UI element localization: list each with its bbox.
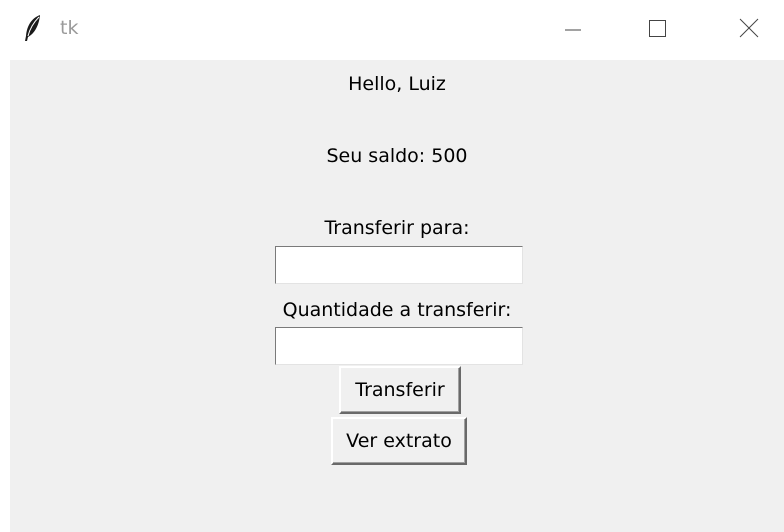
- view-statement-button[interactable]: Ver extrato: [331, 417, 467, 465]
- minimize-icon: [563, 18, 583, 42]
- transfer-to-label: Transferir para:: [324, 217, 470, 239]
- maximize-icon: [647, 18, 667, 42]
- client-area: Hello, Luiz Seu saldo: 500 Transferir pa…: [10, 60, 784, 532]
- amount-input[interactable]: [275, 327, 523, 365]
- title-bar[interactable]: tk: [0, 0, 784, 60]
- balance-label: Seu saldo: 500: [326, 145, 468, 167]
- amount-label: Quantidade a transferir:: [282, 299, 512, 321]
- close-button[interactable]: [714, 0, 784, 60]
- transfer-to-input[interactable]: [275, 246, 523, 284]
- minimize-button[interactable]: [538, 0, 608, 60]
- feather-icon: [22, 14, 44, 42]
- window-title: tk: [60, 17, 79, 39]
- transfer-button[interactable]: Transferir: [339, 366, 461, 414]
- close-icon: [739, 18, 759, 42]
- greeting-label: Hello, Luiz: [348, 73, 446, 95]
- app-window: tk Hello, Luiz Seu saldo: 500 Transferir…: [0, 0, 784, 532]
- maximize-button[interactable]: [622, 0, 692, 60]
